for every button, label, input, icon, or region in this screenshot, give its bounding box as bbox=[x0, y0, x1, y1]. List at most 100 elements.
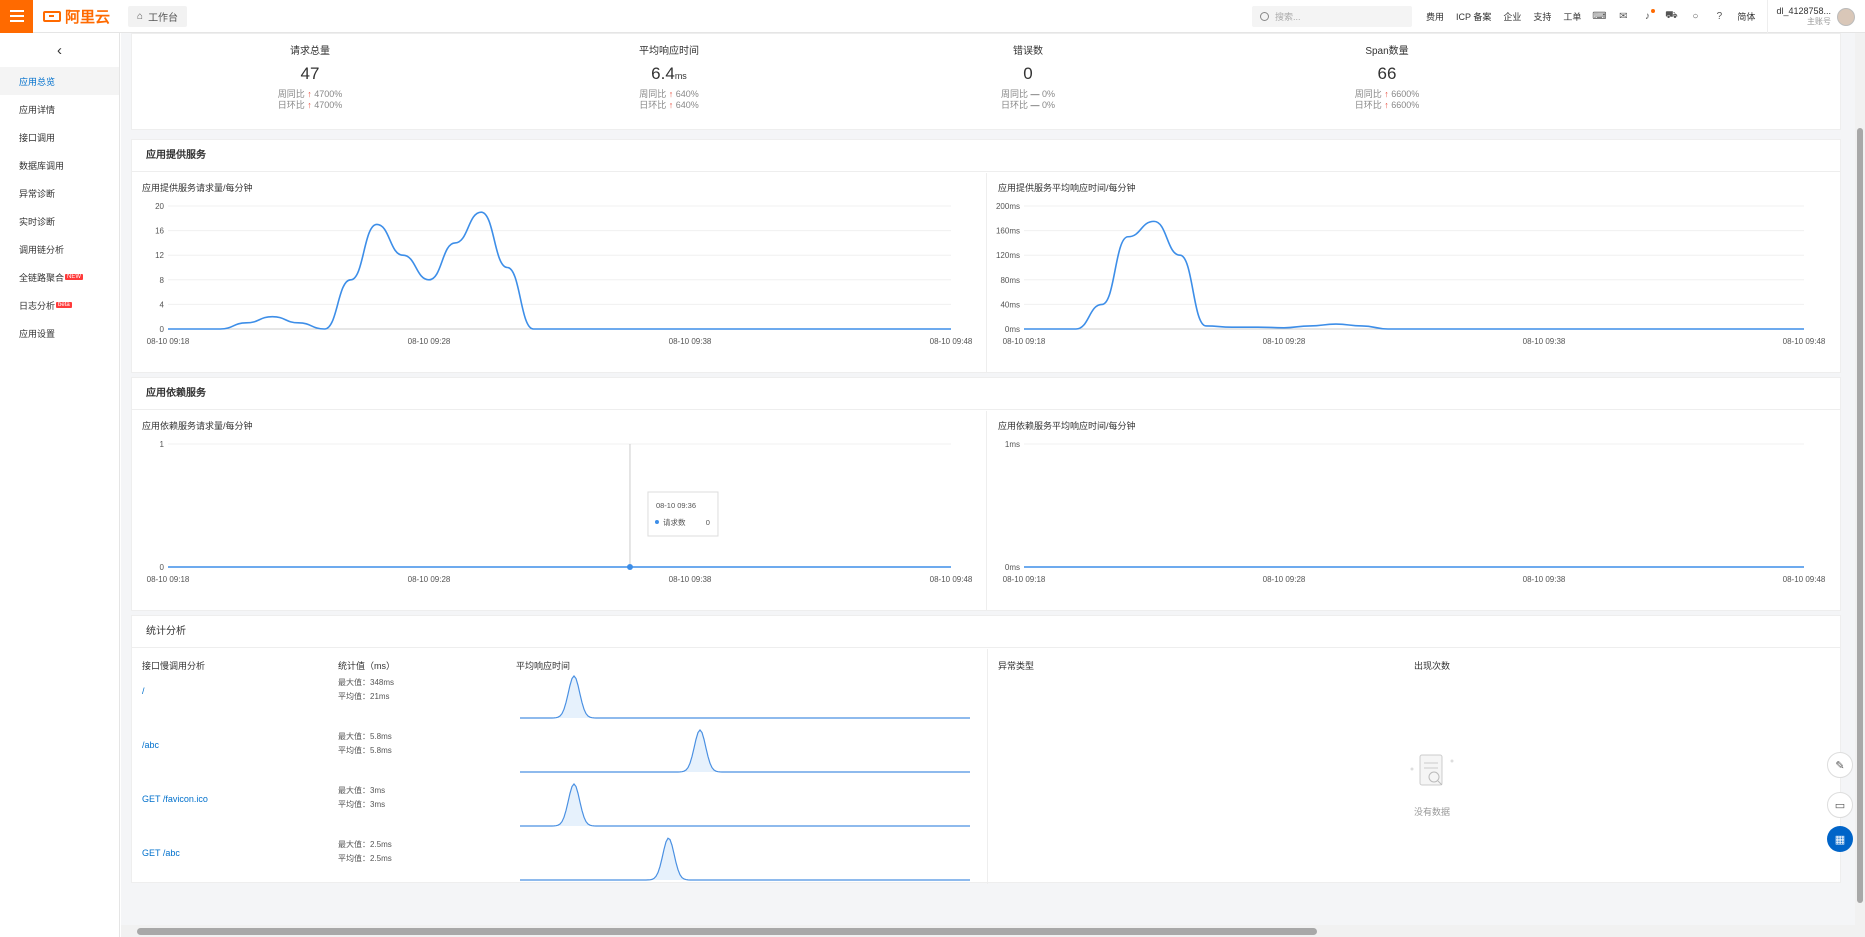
week-label: 周同比 bbox=[1354, 89, 1382, 99]
y-tick-label: 0ms bbox=[1005, 325, 1020, 334]
y-tick-label: 0ms bbox=[1005, 563, 1020, 572]
message-icon[interactable]: ✉ bbox=[1617, 11, 1629, 23]
vertical-scrollbar[interactable] bbox=[1855, 33, 1865, 937]
top-bar: 阿里云 ⌂ 工作台 搜索... 费用 ICP 备案 企业 支持 工单 ⌨ ✉ ♪ … bbox=[0, 0, 1865, 33]
nav-enterprise[interactable]: 企业 bbox=[1503, 10, 1521, 23]
sidebar-item[interactable]: 应用设置 bbox=[0, 319, 119, 347]
trend-icon: ↑ bbox=[1384, 89, 1389, 99]
sidebar: ‹ 应用总览应用详情接口调用数据库调用 异常诊断 实时诊断 调用链分析 全链路聚合 NEW… bbox=[0, 33, 120, 937]
kpi-label: 错误数 bbox=[1013, 46, 1043, 57]
kpi-number: 6.4 bbox=[651, 64, 675, 83]
x-tick-label: 08-10 09:48 bbox=[930, 575, 973, 584]
y-tick-label: 80ms bbox=[1000, 276, 1020, 285]
chart-box: 应用依赖服务请求量/每分钟 0 1 08-10 09:18 08-10 09:28 08… bbox=[132, 411, 987, 611]
x-tick-label: 08-10 09:28 bbox=[408, 575, 451, 584]
stat-avg: 平均值：21ms bbox=[338, 692, 390, 701]
sparkline-area bbox=[520, 784, 970, 826]
y-tick-label: 4 bbox=[160, 300, 165, 309]
sidebar-item[interactable]: 日志分析 beta bbox=[0, 291, 119, 319]
nav-support[interactable]: 支持 bbox=[1533, 10, 1551, 23]
sidebar-badge: beta bbox=[56, 302, 72, 308]
apps-icon[interactable]: ▦ bbox=[1827, 826, 1853, 852]
user-menu[interactable]: dl_4128758... 主账号 bbox=[1767, 0, 1865, 33]
user-role: 主账号 bbox=[1807, 17, 1831, 26]
sidebar-item[interactable]: 数据库调用 bbox=[0, 151, 119, 179]
bell-icon[interactable]: ♪ bbox=[1641, 8, 1656, 23]
kpi-value: 47 bbox=[210, 64, 410, 84]
lang-switch[interactable]: 简体 bbox=[1737, 10, 1755, 23]
col-count-header: 出现次数 bbox=[1414, 661, 1451, 671]
avatar[interactable] bbox=[1837, 7, 1855, 26]
tooltip: 08-10 09:36 请求数 0 bbox=[647, 491, 719, 537]
col-avg-header: 平均响应时间 bbox=[516, 661, 571, 671]
y-tick-label: 20 bbox=[155, 202, 164, 211]
sidebar-item[interactable]: 接口调用 bbox=[0, 123, 119, 151]
kpi-item: Span数量 66 周同比 ↑ 6600% 日环比 ↑ 6600% bbox=[1287, 42, 1487, 111]
stat-avg: 平均值：2.5ms bbox=[338, 854, 392, 863]
sparkline-area bbox=[520, 730, 970, 772]
stat-values: 最大值：2.5ms 平均值：2.5ms bbox=[338, 838, 392, 866]
day-label: 日环比 bbox=[1000, 100, 1028, 110]
search-placeholder: 搜索... bbox=[1275, 12, 1301, 22]
trend-icon: ↑ bbox=[668, 100, 674, 110]
chart-box: 应用依赖服务平均响应时间/每分钟 0ms 1ms 08-10 09:18 08-10 … bbox=[988, 411, 1840, 611]
kpi-value: 6.4ms bbox=[569, 64, 769, 84]
edit-icon[interactable]: ✎ bbox=[1827, 752, 1853, 778]
sidebar-badge: NEW bbox=[65, 274, 84, 280]
nav-fee[interactable]: 费用 bbox=[1426, 10, 1444, 23]
help-icon[interactable]: ? bbox=[1713, 11, 1725, 23]
trend-icon: ↑ bbox=[668, 89, 674, 99]
day-label: 日环比 bbox=[277, 100, 305, 110]
sidebar-item[interactable]: 异常诊断 bbox=[0, 179, 119, 207]
api-link[interactable]: / bbox=[142, 686, 145, 696]
kpi-value: 66 bbox=[1287, 64, 1487, 84]
sidebar-item[interactable]: 应用总览 bbox=[0, 67, 119, 95]
chat-icon[interactable]: ▭ bbox=[1827, 792, 1853, 818]
sidebar-item[interactable]: 应用详情 bbox=[0, 95, 119, 123]
y-tick-label: 8 bbox=[160, 276, 165, 285]
y-tick-label: 1ms bbox=[1005, 440, 1020, 449]
search-input[interactable]: 搜索... bbox=[1252, 6, 1413, 27]
sparkline-line bbox=[520, 675, 970, 719]
depend-service-card: 应用依赖服务 应用依赖服务请求量/每分钟 0 1 08-10 09:18 08-10 … bbox=[131, 377, 1841, 611]
home-icon: ⌂ bbox=[137, 10, 144, 22]
api-link[interactable]: GET /abc bbox=[142, 848, 180, 858]
x-tick-label: 08-10 09:38 bbox=[1523, 575, 1566, 584]
sparkline-area bbox=[520, 838, 970, 880]
sidebar-item[interactable]: 实时诊断 bbox=[0, 207, 119, 235]
empty-doc-icon bbox=[1410, 754, 1454, 786]
col-api-header: 接口慢调用分析 bbox=[142, 661, 206, 671]
menu-icon[interactable] bbox=[0, 0, 33, 33]
sidebar-item[interactable]: 调用链分析 bbox=[0, 235, 119, 263]
nav-icp[interactable]: ICP 备案 bbox=[1456, 10, 1491, 23]
empty-text: 没有数据 bbox=[1413, 807, 1450, 817]
nav-ticket[interactable]: 工单 bbox=[1563, 10, 1581, 23]
api-link[interactable]: /abc bbox=[142, 740, 159, 750]
logo[interactable]: 阿里云 bbox=[43, 6, 110, 27]
week-label: 周同比 bbox=[1000, 89, 1028, 99]
collapse-sidebar-icon[interactable]: ‹ bbox=[0, 33, 119, 67]
sidebar-item-label: 应用总览 bbox=[19, 76, 56, 87]
chart-box: 应用提供服务请求量/每分钟 0 4 8 12 16 20 08-10 09:18 08-10 … bbox=[132, 173, 987, 373]
sidebar-item[interactable]: 全链路聚合 NEW bbox=[0, 263, 119, 291]
section-title: 统计分析 bbox=[132, 616, 1840, 648]
stat-avg: 平均值：3ms bbox=[338, 800, 386, 809]
week-value: 4700% bbox=[314, 89, 343, 99]
x-tick-label: 08-10 09:28 bbox=[1263, 337, 1306, 346]
kpi-number: 0 bbox=[1023, 64, 1033, 83]
api-link[interactable]: GET /favicon.ico bbox=[142, 794, 208, 804]
horizontal-scrollbar[interactable] bbox=[121, 925, 1855, 937]
sidebar-item-label: 接口调用 bbox=[19, 132, 56, 143]
week-value: 640% bbox=[675, 89, 699, 99]
kpi-label: Span数量 bbox=[1365, 46, 1409, 57]
stat-max: 最大值：3ms bbox=[338, 786, 386, 795]
x-tick-label: 08-10 09:48 bbox=[1783, 575, 1826, 584]
x-tick-label: 08-10 09:18 bbox=[147, 337, 190, 346]
terminal-icon[interactable]: ⌨ bbox=[1592, 11, 1606, 23]
workbench-button[interactable]: ⌂ 工作台 bbox=[128, 5, 188, 27]
kpi-item: 错误数 0 周同比 — 0% 日环比 — 0% bbox=[928, 42, 1128, 111]
sparkline-line bbox=[520, 837, 970, 881]
lightbulb-icon[interactable]: ○ bbox=[1689, 11, 1701, 23]
sidebar-item-label: 应用详情 bbox=[19, 104, 56, 115]
cart-icon[interactable]: ⛟ bbox=[1665, 10, 1678, 23]
